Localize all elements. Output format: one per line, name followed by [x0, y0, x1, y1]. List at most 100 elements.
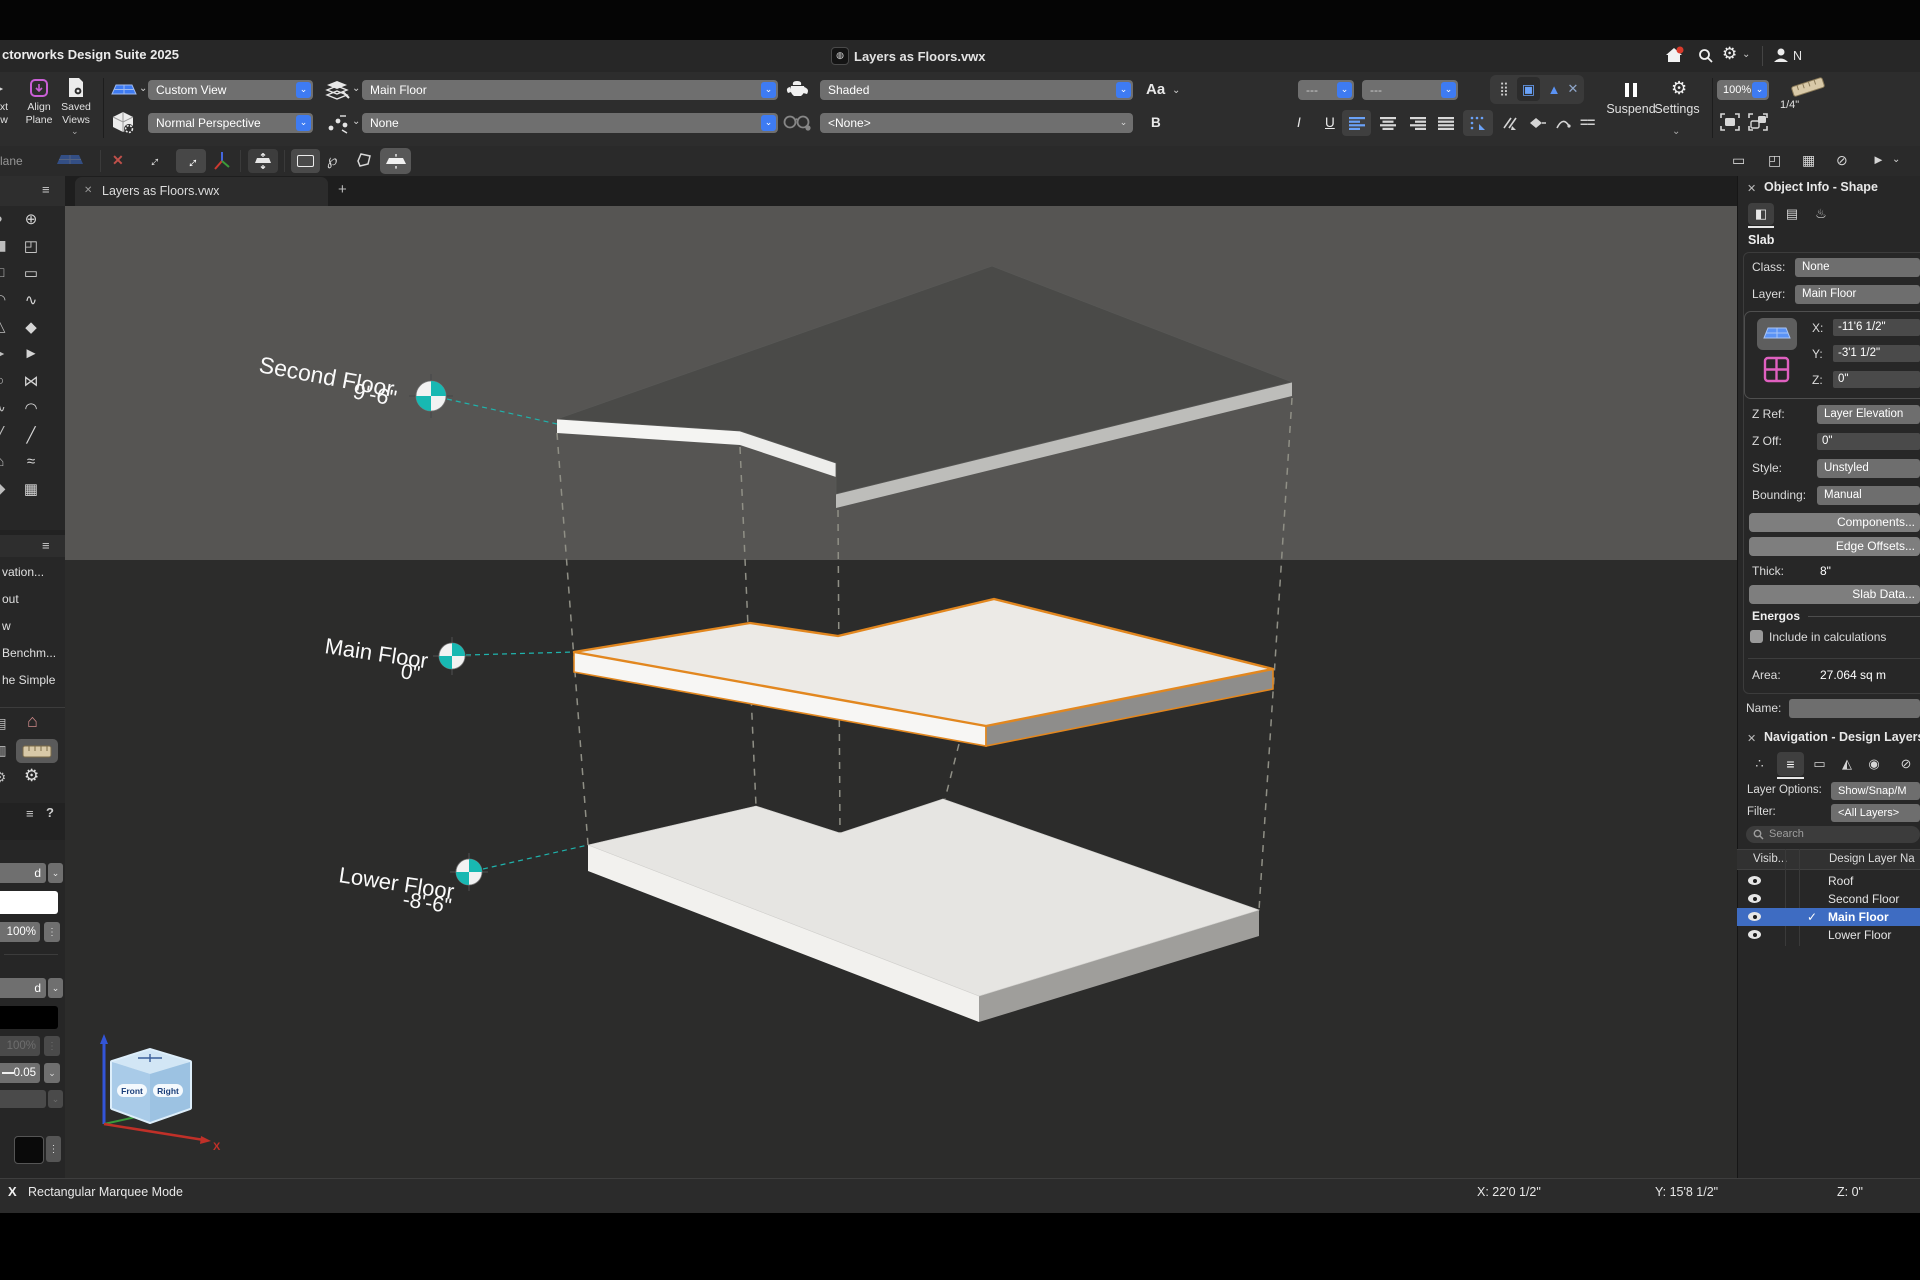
name-field[interactable]	[1789, 699, 1920, 718]
nav-tab-sheet-layers[interactable]: ▭	[1806, 752, 1833, 776]
layer-row-lower-floor[interactable]: Lower Floor	[1737, 926, 1920, 944]
render-mode-select[interactable]: Shaded ⌄	[820, 80, 1133, 100]
gear-icon[interactable]: ⚙	[1722, 44, 1737, 64]
pane-visibility-icon[interactable]: ⊘	[1836, 152, 1848, 169]
class-options-chevron-icon[interactable]: ⌄	[352, 116, 360, 127]
clipped-tool-icon[interactable]: □	[0, 264, 9, 280]
tool-set-item[interactable]: out	[2, 592, 19, 606]
move-diagonal-icon[interactable]: ↔	[142, 149, 165, 172]
move-mode-selected[interactable]: ↔	[176, 149, 206, 173]
nav-tab-references[interactable]: ⊘	[1892, 752, 1920, 776]
fit-page-icon[interactable]	[1747, 112, 1769, 137]
clipped-toolset-icon[interactable]: ▥	[0, 742, 9, 759]
clipped-tool-icon[interactable]: ╱	[0, 426, 9, 443]
tool-set-item[interactable]: Benchm...	[2, 646, 56, 660]
pen-style-chevron-icon[interactable]: ⌄	[48, 978, 63, 998]
line-weight-chevron-icon[interactable]: ⌄	[44, 1063, 60, 1083]
bounding-select[interactable]: Manual	[1817, 486, 1920, 505]
hatch-icon[interactable]	[1497, 110, 1521, 136]
layers-chevron-icon[interactable]: ⌄	[352, 83, 360, 94]
slab-move-mode-icon[interactable]	[248, 149, 278, 173]
parallel-icon[interactable]: ==	[1580, 114, 1594, 130]
saved-views-chevron-icon[interactable]: ⌄	[71, 126, 79, 137]
fill-opacity-stepper[interactable]: ⋮	[44, 922, 60, 942]
building-tools-icon[interactable]: ⌂	[27, 711, 38, 732]
stamp-tool-icon[interactable]: ▦	[18, 480, 44, 498]
marker-icon[interactable]	[1525, 110, 1549, 136]
clipped-tool-icon[interactable]: ◠	[0, 291, 9, 308]
visibility-eye-icon[interactable]	[1748, 912, 1761, 921]
view-plane-icon[interactable]	[110, 82, 138, 103]
pane-window-icon[interactable]: ▭	[1732, 152, 1745, 169]
text-format-chevron-icon[interactable]: ⌄	[1172, 85, 1180, 96]
pen-color-swatch[interactable]	[0, 1006, 58, 1029]
visibility-eye-icon[interactable]	[1748, 894, 1761, 903]
zoom-select[interactable]: 100% ⌄	[1717, 80, 1769, 100]
selection-tool-icon[interactable]: ►	[18, 345, 44, 362]
zoom-tool-icon[interactable]: ⊕	[18, 210, 44, 228]
slab-data-button[interactable]: Slab Data...	[1749, 585, 1920, 604]
pane-tiles-icon[interactable]: ▦	[1802, 152, 1815, 169]
settings-gear-icon[interactable]: ⚙	[1671, 78, 1687, 99]
style-select[interactable]: Unstyled	[1817, 459, 1920, 478]
align-left-button[interactable]	[1342, 110, 1371, 136]
search-icon[interactable]	[1698, 48, 1714, 69]
settings-label[interactable]: Settings	[1652, 102, 1702, 116]
marquee-lasso-mode[interactable]: ℘	[327, 151, 337, 169]
help-icon[interactable]: ?	[46, 805, 54, 820]
dims-notes-tools-selected[interactable]	[16, 739, 58, 763]
align-right-button[interactable]	[1404, 110, 1432, 136]
slab-plan-mode-button[interactable]	[1757, 318, 1797, 350]
line-style-select-2[interactable]: --- ⌄	[1362, 80, 1458, 100]
layer-search-field[interactable]: Search	[1746, 826, 1920, 843]
layer-select[interactable]: Main Floor ⌄	[362, 80, 778, 100]
layer-row-roof[interactable]: Roof	[1737, 872, 1920, 890]
object-info-tab-render[interactable]: ♨	[1808, 203, 1834, 225]
layer-options-select[interactable]: Show/Snap/M	[1831, 782, 1920, 800]
layer-row-main-floor-selected[interactable]: ✓ Main Floor	[1737, 908, 1920, 926]
bold-button[interactable]: B	[1151, 115, 1161, 130]
clipped-tool-icon[interactable]: ►	[0, 345, 9, 361]
palette-header[interactable]: ≡	[0, 176, 65, 206]
no-snap-icon[interactable]: ✕	[112, 152, 124, 169]
plane-mode-label[interactable]: lane	[0, 154, 23, 168]
fit-objects-icon[interactable]	[1719, 112, 1741, 137]
line-tool-icon[interactable]: ╱	[18, 426, 44, 444]
palette-menu-icon[interactable]: ≡	[42, 182, 50, 197]
tool-set-item[interactable]: he Simple	[2, 673, 55, 687]
italic-button[interactable]: I	[1297, 115, 1301, 130]
window-grid-icon[interactable]	[1763, 356, 1790, 388]
settings-tools-icon[interactable]: ⚙	[24, 766, 39, 786]
pen-style-select[interactable]: d	[0, 978, 46, 998]
object-info-tab-shape[interactable]: ◧	[1748, 203, 1774, 225]
rectangle-tool-icon[interactable]: ▭	[18, 264, 44, 282]
document-tab[interactable]: ✕ Layers as Floors.vwx	[75, 177, 328, 206]
settings-chevron-icon[interactable]: ⌄	[1672, 126, 1680, 137]
projection-select[interactable]: Normal Perspective ⌄	[148, 113, 313, 133]
class-select[interactable]: None ⌄	[362, 113, 778, 133]
clipped-tool-icon[interactable]: ◗	[0, 210, 9, 226]
zoff-field[interactable]: 0"	[1817, 433, 1920, 450]
underline-button[interactable]: U	[1325, 115, 1335, 130]
fill-style-select[interactable]: d	[0, 863, 46, 883]
data-visualization-select[interactable]: <None> ⌄	[820, 113, 1133, 133]
nav-tab-saved-views[interactable]: ∴	[1746, 752, 1773, 776]
visibility-eye-icon[interactable]	[1748, 876, 1761, 885]
z-value-field[interactable]: 0"	[1833, 371, 1920, 388]
align-justify-button[interactable]	[1432, 110, 1460, 136]
align-center-button[interactable]	[1374, 110, 1402, 136]
smoothing-icon[interactable]	[1551, 110, 1575, 136]
grid-snap-icon[interactable]: ⣿	[1493, 78, 1515, 100]
view-plane-chevron-icon[interactable]: ⌄	[139, 83, 147, 94]
clipped-toolset-icon[interactable]: ▤	[0, 715, 9, 732]
fill-style-chevron-icon[interactable]: ⌄	[48, 863, 63, 883]
pane-cube-icon[interactable]: ◰	[1768, 152, 1781, 169]
zref-select[interactable]: Layer Elevation	[1817, 405, 1920, 424]
navigation-close-icon[interactable]: ✕	[1747, 732, 1756, 745]
help-menu-icon[interactable]: ≡	[26, 806, 34, 821]
class-options-icon[interactable]	[326, 112, 350, 139]
class-select[interactable]: None	[1795, 258, 1920, 277]
marquee-polygon-mode[interactable]	[355, 152, 374, 173]
marquee-rect-mode[interactable]	[291, 149, 320, 173]
filter-select[interactable]: <All Layers>	[1831, 804, 1920, 822]
